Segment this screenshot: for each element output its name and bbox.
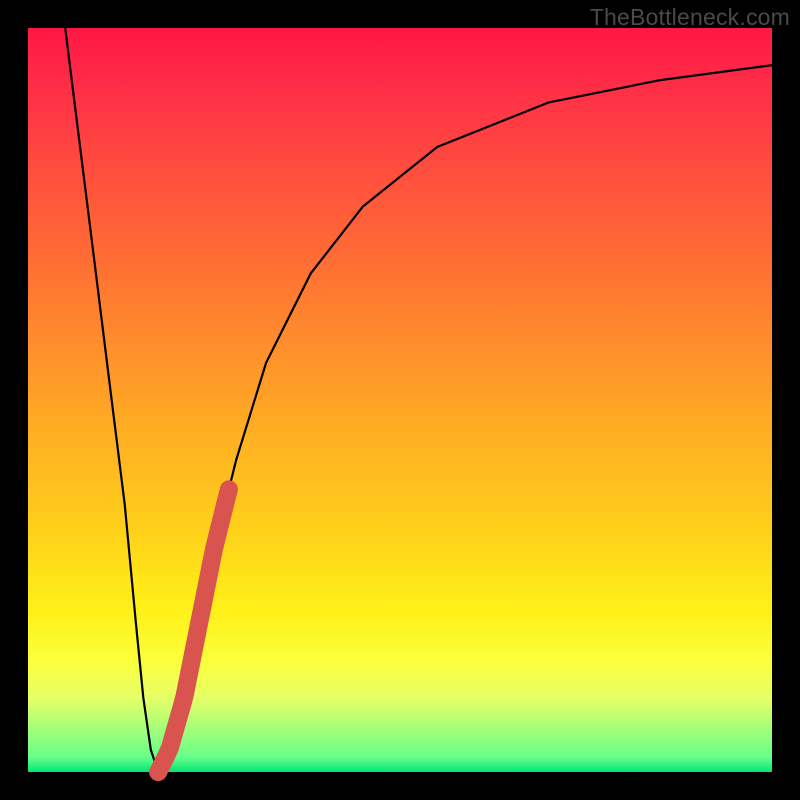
watermark-text: TheBottleneck.com <box>590 4 790 31</box>
bottleneck-curve <box>65 28 772 772</box>
bottleneck-curve-layer <box>28 28 772 772</box>
plot-area <box>28 28 772 772</box>
chart-frame: TheBottleneck.com <box>0 0 800 800</box>
highlight-dot <box>149 763 167 781</box>
highlighted-segment <box>158 489 229 772</box>
